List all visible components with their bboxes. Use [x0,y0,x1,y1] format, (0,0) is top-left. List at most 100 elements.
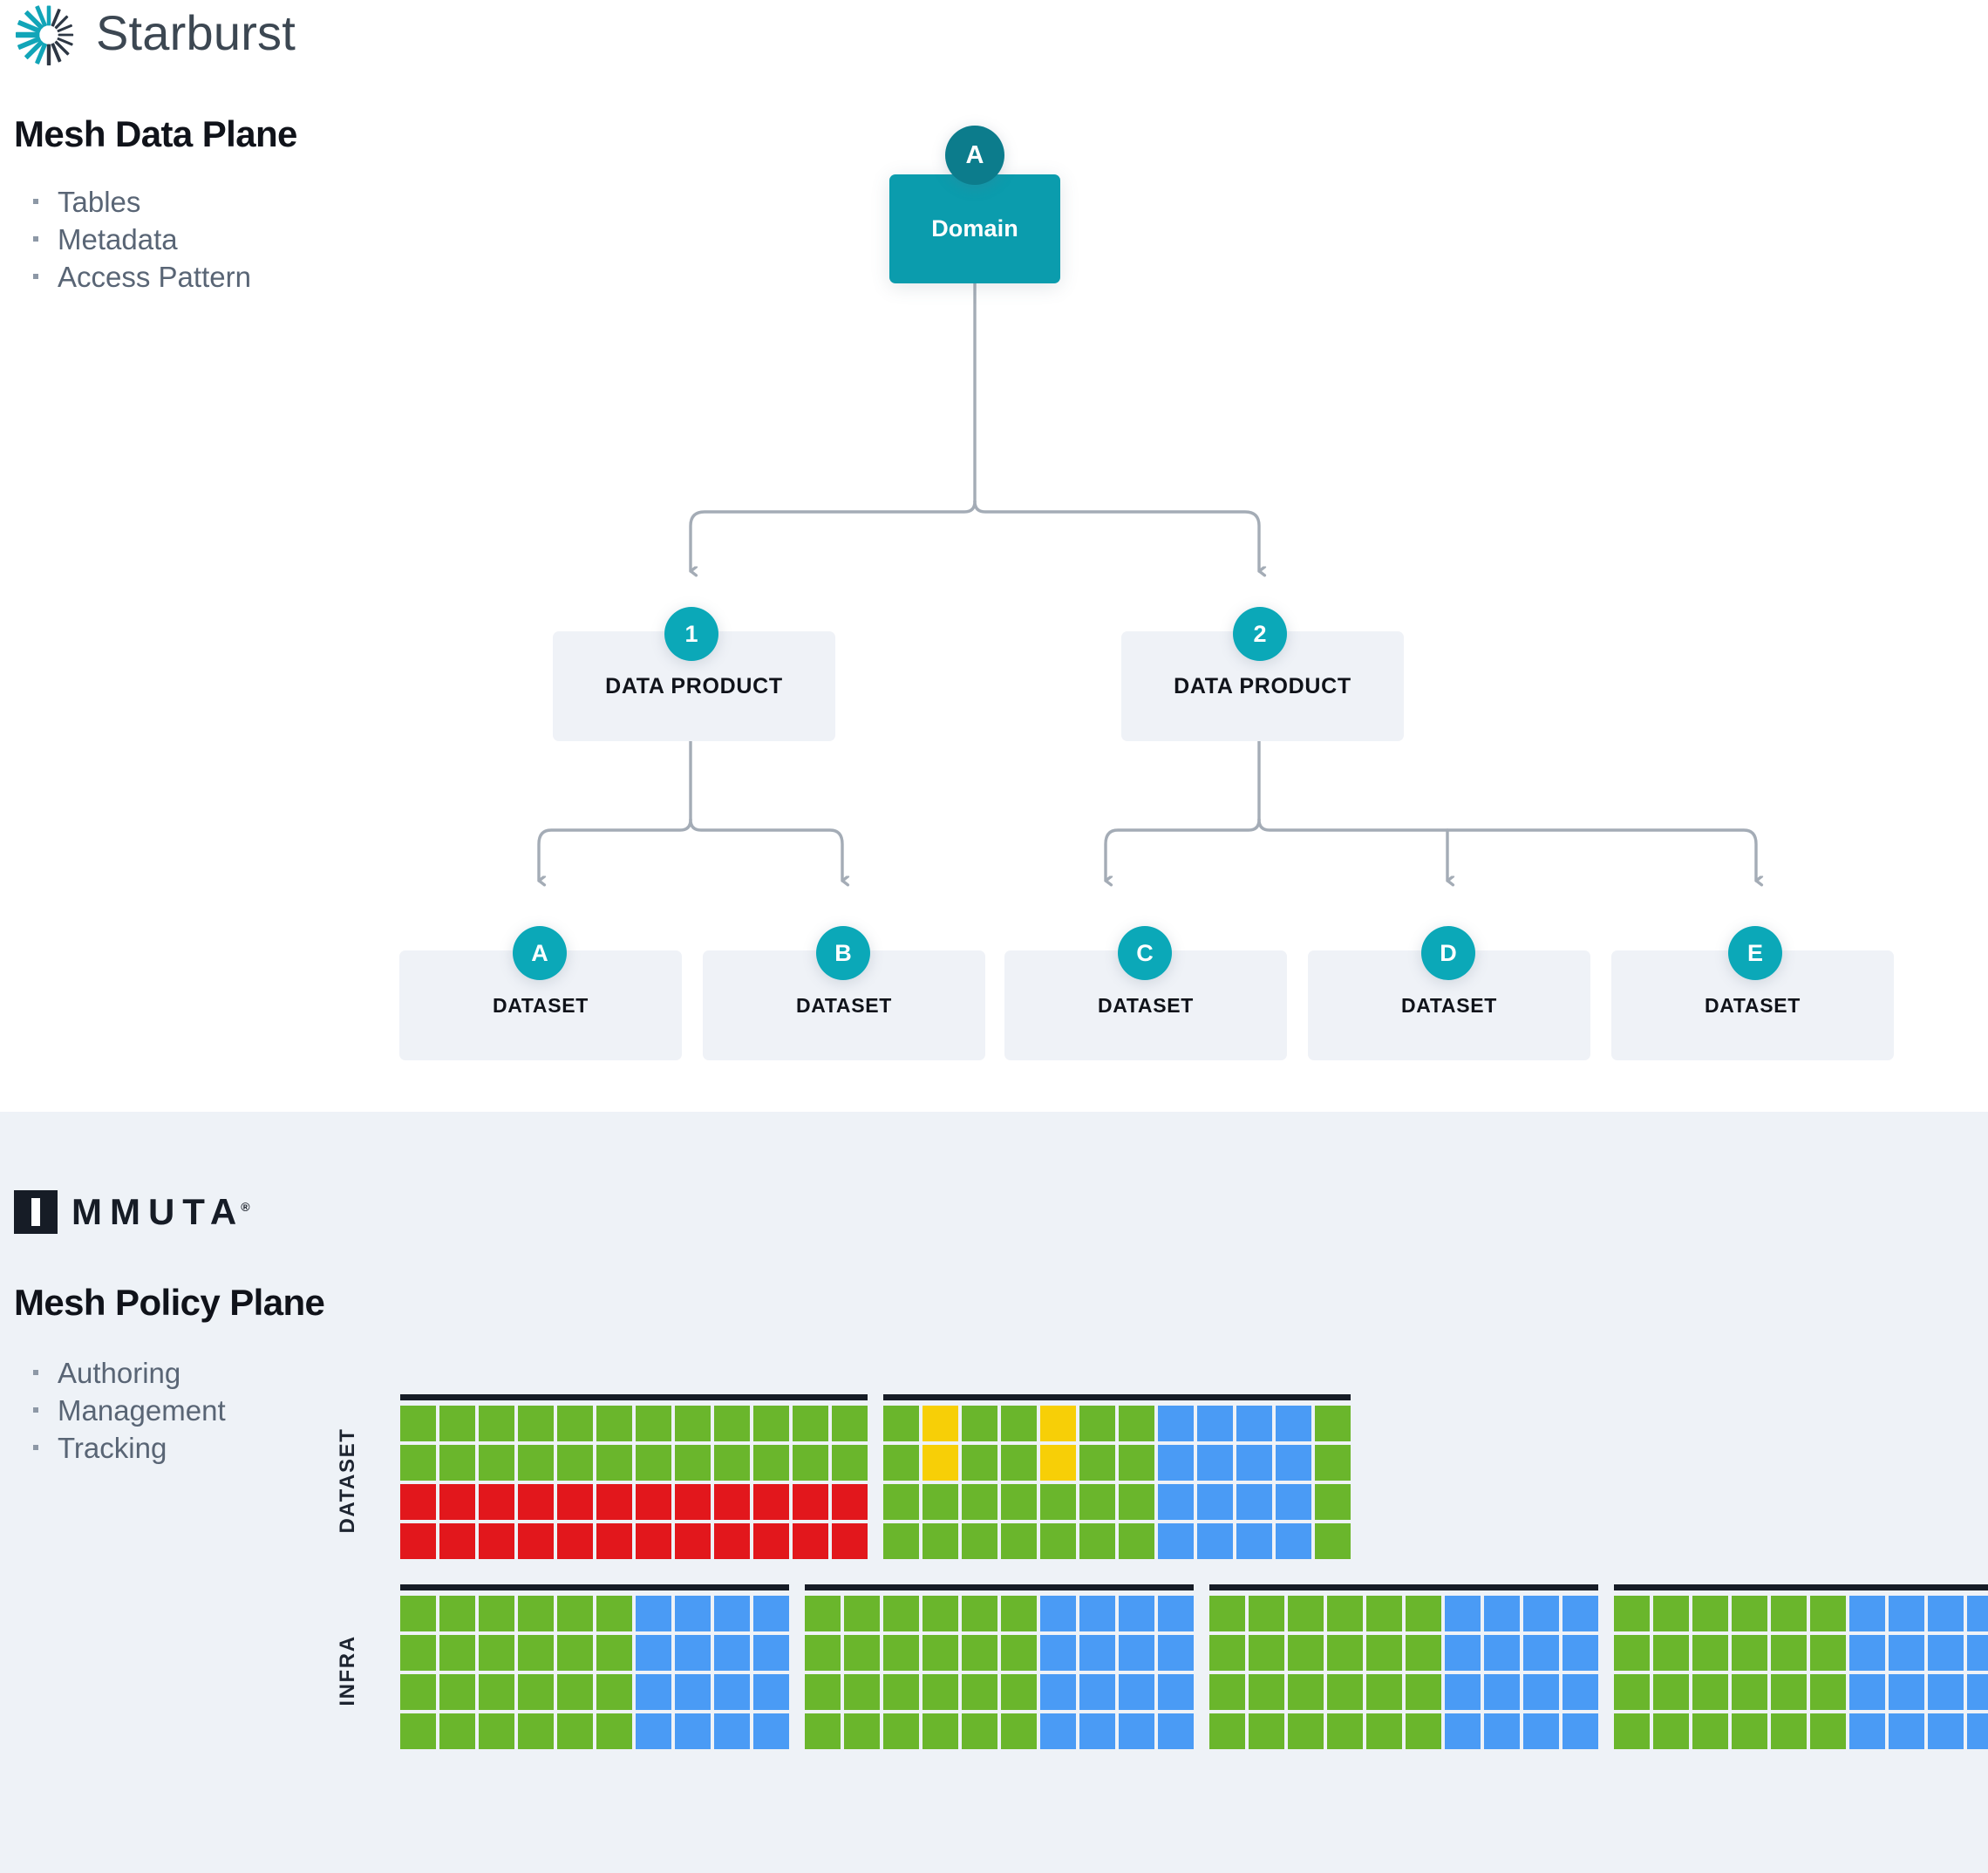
matrix-cell-blue [1276,1523,1311,1559]
matrix-cell-green [753,1406,789,1441]
matrix-cell-red [636,1484,671,1520]
dataset-badge-a-label: A [531,939,548,966]
mesh-data-plane-diagram: Domain A DATA PRODUCT 1 DATA PRODUCT 2 D… [0,126,1988,1060]
matrix-cell-red [557,1484,593,1520]
matrix-cell-blue [753,1596,789,1631]
matrix-cell-blue [1040,1635,1076,1671]
matrix-cell-blue [1849,1713,1885,1749]
dataset-badge-a: A [513,926,567,980]
matrix-cell-green [1001,1713,1037,1749]
matrix-cell-blue [1523,1635,1559,1671]
matrix-cell-green [479,1713,514,1749]
matrix-cell-green [479,1596,514,1631]
matrix-cell-blue [1445,1635,1481,1671]
matrix-cell-green [883,1484,919,1520]
matrix-cell-green [518,1406,554,1441]
matrix-cell-blue [1158,1635,1194,1671]
matrix-cell-green [518,1445,554,1481]
matrix-cell-blue [1928,1713,1964,1749]
matrix-cell-blue [714,1596,750,1631]
matrix-cell-green [1119,1484,1154,1520]
dataset-node-d-label: DATASET [1400,993,1498,1017]
matrix-cell-green [1001,1523,1037,1559]
matrix-block-dataset-1 [400,1394,868,1559]
matrix-cell-green [1079,1484,1115,1520]
data-product-badge-1: 1 [664,607,718,661]
dataset-badge-e-label: E [1746,939,1763,966]
matrix-cell-green [1288,1674,1324,1710]
dataset-badge-d: D [1421,926,1475,980]
matrix-cell-green [1771,1713,1807,1749]
matrix-cell-green [805,1713,841,1749]
matrix-cell-blue [714,1674,750,1710]
matrix-cell-blue [1889,1713,1924,1749]
matrix-cell-green [596,1445,632,1481]
matrix-cell-green [518,1635,554,1671]
matrix-cell-red [675,1484,711,1520]
matrix-block-infra-1 [400,1584,789,1749]
matrix-cell-red [557,1523,593,1559]
matrix-cell-green [596,1713,632,1749]
matrix-cell-green [596,1596,632,1631]
matrix-cell-green [714,1406,750,1441]
matrix-cell-green [1614,1635,1650,1671]
matrix-cell-blue [675,1596,711,1631]
matrix-cell-green [883,1635,919,1671]
matrix-cell-green [1327,1674,1363,1710]
matrix-cell-red [714,1484,750,1520]
matrix-cell-red [439,1523,475,1559]
matrix-cell-blue [1197,1445,1233,1481]
matrix-cell-green [1692,1635,1728,1671]
matrix-cell-green [1209,1596,1245,1631]
matrix-cell-green [1692,1596,1728,1631]
dataset-badge-b: B [816,926,870,980]
matrix-cell-green [518,1674,554,1710]
matrix-cell-green [1001,1596,1037,1631]
starburst-logo: Starburst [16,2,303,70]
matrix-cell-green [1692,1674,1728,1710]
matrix-cell-green [557,1674,593,1710]
matrix-cell-yellow [1040,1406,1076,1441]
dataset-node-e-label: DATASET [1704,993,1801,1017]
matrix-cell-blue [1079,1596,1115,1631]
matrix-cell-blue [1967,1674,1988,1710]
matrix-cell-blue [675,1674,711,1710]
matrix-cell-blue [1236,1484,1272,1520]
matrix-cell-green [1614,1713,1650,1749]
matrix-cell-green [1366,1635,1402,1671]
matrix-cell-green [962,1713,997,1749]
matrix-cell-red [832,1484,868,1520]
matrix-cell-green [1001,1635,1037,1671]
matrix-cell-blue [1197,1484,1233,1520]
matrix-cell-green [557,1596,593,1631]
matrix-cell-green [1653,1635,1689,1671]
matrix-cell-green [1288,1635,1324,1671]
matrix-cell-green [439,1445,475,1481]
matrix-cell-green [518,1596,554,1631]
matrix-block-infra-3 [1209,1584,1598,1749]
matrix-cell-red [832,1523,868,1559]
matrix-cell-green [1119,1523,1154,1559]
dataset-badge-b-label: B [834,939,852,966]
matrix-cell-green [883,1523,919,1559]
matrix-cell-green [923,1596,958,1631]
matrix-cell-green [636,1406,671,1441]
matrix-cell-green [1079,1406,1115,1441]
matrix-cell-green [479,1635,514,1671]
matrix-cell-yellow [923,1445,958,1481]
matrix-cell-green [962,1484,997,1520]
matrix-cell-green [962,1635,997,1671]
domain-node[interactable]: Domain [889,174,1060,283]
data-product-node-1-label: DATA PRODUCT [605,673,783,698]
matrix-cell-green [1366,1674,1402,1710]
matrix-cell-green [400,1596,436,1631]
matrix-cell-green [844,1713,880,1749]
matrix-cell-blue [1158,1523,1194,1559]
matrix-cell-green [844,1635,880,1671]
matrix-cell-green [1079,1523,1115,1559]
matrix-cell-blue [1236,1445,1272,1481]
matrix-cell-green [439,1406,475,1441]
matrix-cell-blue [1276,1484,1311,1520]
dataset-node-a-label: DATASET [492,993,589,1017]
data-product-badge-2: 2 [1233,607,1287,661]
